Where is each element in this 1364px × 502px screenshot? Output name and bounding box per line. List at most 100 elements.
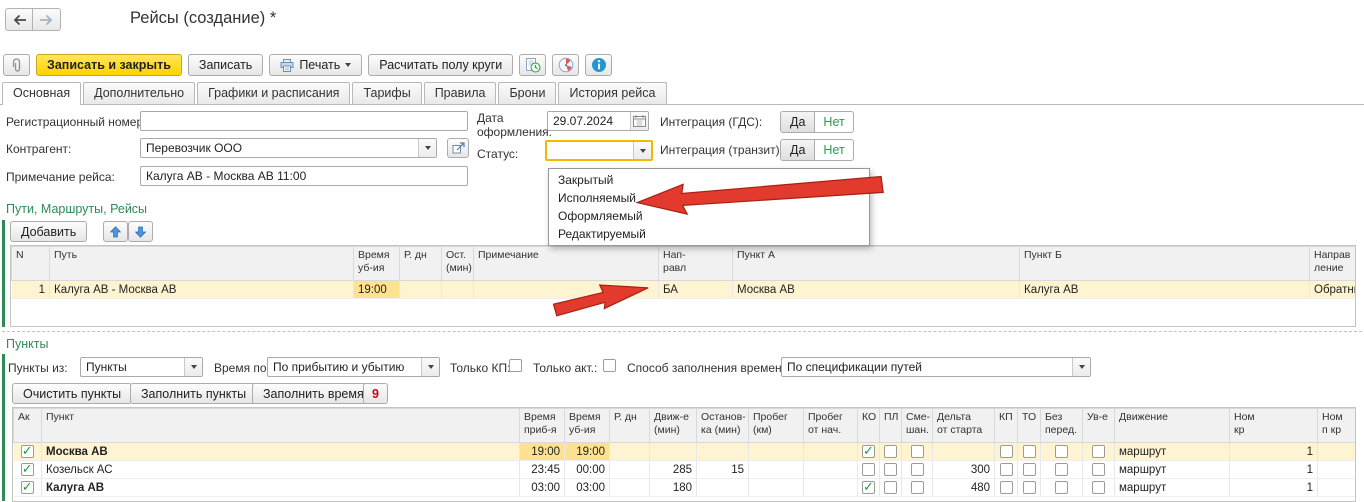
table-row[interactable]: 1 Калуга АВ - Москва АВ 19:00 БА Москва … xyxy=(12,281,1357,299)
clear-points-button[interactable]: Очистить пункты xyxy=(12,383,132,404)
cell-move-min[interactable] xyxy=(650,443,697,461)
cell-arr[interactable]: 19:00 xyxy=(520,443,565,461)
points-from-select[interactable]: Пункты xyxy=(80,357,203,377)
transit-no-button[interactable]: Нет xyxy=(815,140,852,160)
act-checkbox[interactable] xyxy=(21,445,34,458)
report-button[interactable] xyxy=(519,54,546,76)
to-checkbox[interactable] xyxy=(1023,463,1036,476)
mixed-checkbox[interactable] xyxy=(911,463,924,476)
cell-no-transfer[interactable] xyxy=(1041,461,1083,479)
cell-mixed[interactable] xyxy=(902,479,933,497)
points-from-dropdown-button[interactable] xyxy=(184,358,202,376)
no-transfer-checkbox[interactable] xyxy=(1055,445,1068,458)
cell-r-dn[interactable] xyxy=(610,479,650,497)
cell-run-from-start[interactable] xyxy=(804,461,858,479)
cell-point-b[interactable]: Калуга АВ xyxy=(1020,281,1310,299)
cell-act[interactable] xyxy=(14,479,42,497)
cell-to[interactable] xyxy=(1018,479,1041,497)
forward-button[interactable] xyxy=(33,8,61,31)
ko-checkbox[interactable] xyxy=(862,445,875,458)
clock-button[interactable] xyxy=(552,54,579,76)
cell-ko[interactable] xyxy=(858,479,880,497)
time-by-dropdown-button[interactable] xyxy=(421,358,439,376)
fill-method-dropdown-button[interactable] xyxy=(1072,358,1090,376)
status-dropdown-button[interactable] xyxy=(633,142,651,159)
cell-mixed[interactable] xyxy=(902,461,933,479)
cell-run-from-start[interactable] xyxy=(804,443,858,461)
cell-move-min[interactable]: 285 xyxy=(650,461,697,479)
uve-checkbox[interactable] xyxy=(1092,463,1105,476)
table-row[interactable]: Калуга АВ 03:00 03:00 180 480 маршрут 1 xyxy=(14,479,1357,497)
kp-checkbox[interactable] xyxy=(1000,463,1013,476)
table-row[interactable]: Козельск АС 23:45 00:00 285 15 300 маршр… xyxy=(14,461,1357,479)
cell-no-transfer[interactable] xyxy=(1041,479,1083,497)
status-option-editing[interactable]: Редактируемый xyxy=(549,225,869,243)
cell-path[interactable]: Калуга АВ - Москва АВ xyxy=(50,281,354,299)
calendar-button[interactable] xyxy=(630,112,648,130)
status-option-closed[interactable]: Закрытый xyxy=(549,171,869,189)
cell-arr[interactable]: 03:00 xyxy=(520,479,565,497)
cell-act[interactable] xyxy=(14,443,42,461)
cell-stop-min[interactable]: 15 xyxy=(697,461,749,479)
date-input[interactable]: 29.07.2024 xyxy=(547,111,649,131)
to-checkbox[interactable] xyxy=(1023,481,1036,494)
cell-mixed[interactable] xyxy=(902,443,933,461)
nine-button[interactable]: 9 xyxy=(363,383,388,404)
cell-kp[interactable] xyxy=(995,461,1018,479)
act-checkbox[interactable] xyxy=(21,463,34,476)
cell-stop-min[interactable] xyxy=(697,479,749,497)
cell-kp[interactable] xyxy=(995,479,1018,497)
mixed-checkbox[interactable] xyxy=(911,481,924,494)
save-close-button[interactable]: Записать и закрыть xyxy=(36,54,182,76)
cell-direction[interactable]: Обратный xyxy=(1310,281,1357,299)
tab-schedules[interactable]: Графики и расписания xyxy=(197,82,350,104)
cell-movement[interactable]: маршрут xyxy=(1115,443,1230,461)
cell-nom-kr[interactable]: 1 xyxy=(1230,443,1318,461)
gds-yes-button[interactable]: Да xyxy=(781,112,815,132)
cell-delta[interactable]: 480 xyxy=(933,479,995,497)
cell-nom-p-kr[interactable] xyxy=(1318,461,1357,479)
tab-bookings[interactable]: Брони xyxy=(498,82,556,104)
to-checkbox[interactable] xyxy=(1023,445,1036,458)
reg-number-input[interactable] xyxy=(140,111,468,131)
cell-pl[interactable] xyxy=(880,461,902,479)
cell-r-dn[interactable] xyxy=(610,443,650,461)
cell-point[interactable]: Калуга АВ xyxy=(42,479,520,497)
kp-checkbox[interactable] xyxy=(1000,445,1013,458)
cell-nom-p-kr[interactable] xyxy=(1318,443,1357,461)
kp-checkbox[interactable] xyxy=(1000,481,1013,494)
cell-dep[interactable]: 03:00 xyxy=(565,479,610,497)
status-option-drafting[interactable]: Оформляемый xyxy=(549,207,869,225)
cell-dep-time[interactable]: 19:00 xyxy=(354,281,400,299)
table-row[interactable]: Москва АВ 19:00 19:00 маршрут 1 xyxy=(14,443,1357,461)
cell-nom-kr[interactable]: 1 xyxy=(1230,461,1318,479)
mixed-checkbox[interactable] xyxy=(911,445,924,458)
cell-movement[interactable]: маршрут xyxy=(1115,461,1230,479)
transit-yes-button[interactable]: Да xyxy=(781,140,815,160)
save-button[interactable]: Записать xyxy=(188,54,263,76)
cell-point[interactable]: Козельск АС xyxy=(42,461,520,479)
contractor-dropdown-button[interactable] xyxy=(418,139,436,157)
uve-checkbox[interactable] xyxy=(1092,481,1105,494)
cell-r-dn[interactable] xyxy=(400,281,442,299)
status-option-executing[interactable]: Исполняемый xyxy=(549,189,869,207)
cell-n[interactable]: 1 xyxy=(12,281,50,299)
cell-act[interactable] xyxy=(14,461,42,479)
tab-rules[interactable]: Правила xyxy=(424,82,497,104)
tab-history[interactable]: История рейса xyxy=(558,82,666,104)
cell-uve[interactable] xyxy=(1083,479,1115,497)
cell-run-km[interactable] xyxy=(749,443,804,461)
cell-r-dn[interactable] xyxy=(610,461,650,479)
no-transfer-checkbox[interactable] xyxy=(1055,481,1068,494)
cell-delta[interactable]: 300 xyxy=(933,461,995,479)
attach-button[interactable] xyxy=(3,54,30,76)
cell-dir-short[interactable]: БА xyxy=(659,281,733,299)
move-up-button[interactable] xyxy=(103,221,128,242)
only-act-checkbox[interactable] xyxy=(603,359,616,372)
gds-no-button[interactable]: Нет xyxy=(815,112,852,132)
pl-checkbox[interactable] xyxy=(884,463,897,476)
cell-run-from-start[interactable] xyxy=(804,479,858,497)
calc-semicircles-button[interactable]: Расчитать полу круги xyxy=(368,54,513,76)
contractor-input[interactable]: Перевозчик ООО xyxy=(140,138,437,158)
cell-run-km[interactable] xyxy=(749,461,804,479)
